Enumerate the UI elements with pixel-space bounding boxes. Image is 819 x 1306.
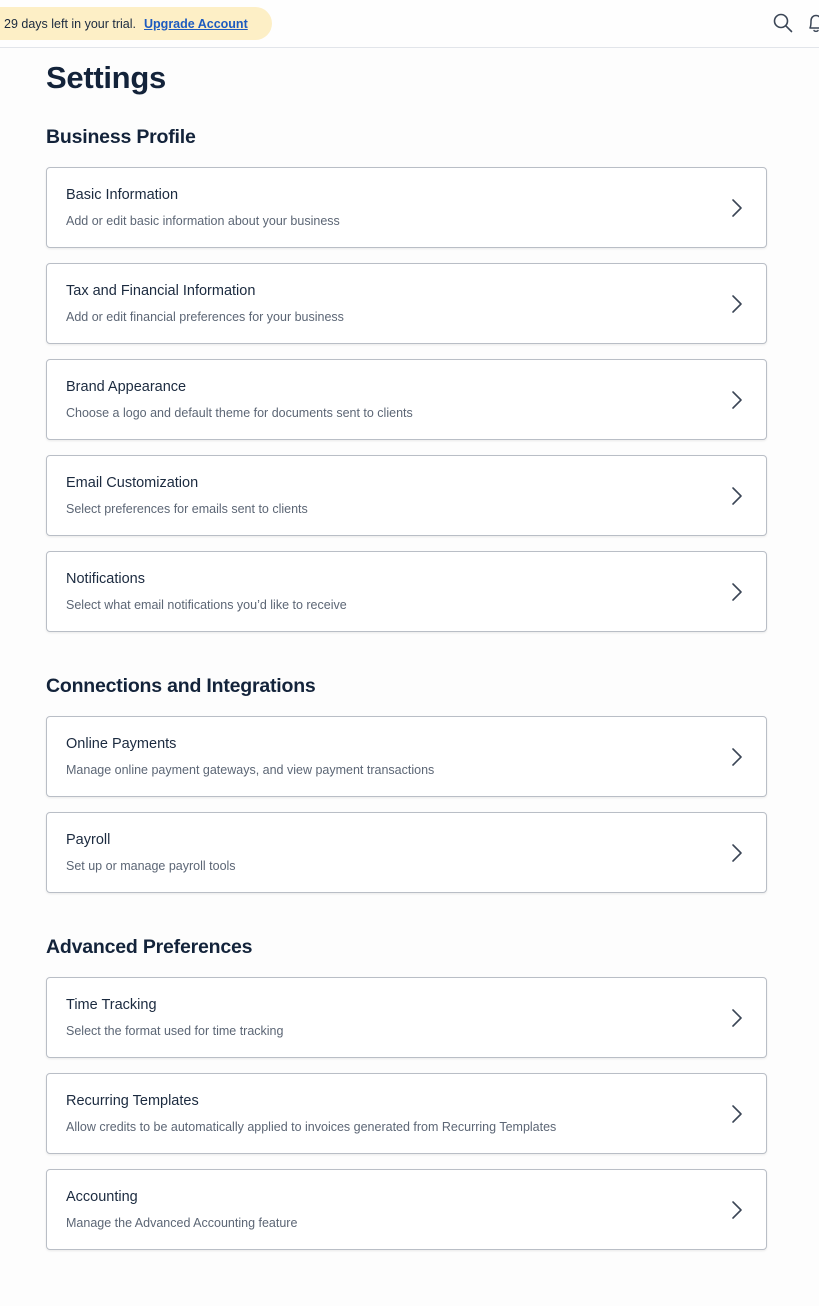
settings-card-brand-appearance[interactable]: Brand Appearance Choose a logo and defau… [46, 359, 767, 440]
page-title: Settings [46, 60, 166, 95]
chevron-right-icon [732, 199, 742, 217]
card-description: Allow credits to be automatically applie… [66, 1120, 557, 1134]
card-description: Manage the Advanced Accounting feature [66, 1216, 298, 1230]
chevron-right-icon [732, 844, 742, 862]
card-description: Manage online payment gateways, and view… [66, 763, 435, 777]
trial-banner: 29 days left in your trial. Upgrade Acco… [0, 7, 272, 40]
card-title: Brand Appearance [66, 379, 187, 395]
settings-card-tax-financial-information[interactable]: Tax and Financial Information Add or edi… [46, 263, 767, 344]
chevron-right-icon [732, 1105, 742, 1123]
card-title: Payroll [66, 832, 111, 848]
search-icon[interactable] [772, 12, 794, 34]
card-title: Tax and Financial Information [66, 283, 256, 299]
settings-card-email-customization[interactable]: Email Customization Select preferences f… [46, 455, 767, 536]
top-bar: 29 days left in your trial. Upgrade Acco… [0, 0, 819, 48]
card-description: Add or edit basic information about your… [66, 214, 340, 228]
card-title: Online Payments [66, 736, 177, 752]
card-description: Add or edit financial preferences for yo… [66, 310, 344, 324]
card-description: Select what email notifications you’d li… [66, 598, 347, 612]
chevron-right-icon [732, 1009, 742, 1027]
settings-card-basic-information[interactable]: Basic Information Add or edit basic info… [46, 167, 767, 248]
settings-card-time-tracking[interactable]: Time Tracking Select the format used for… [46, 977, 767, 1058]
card-title: Time Tracking [66, 997, 157, 1013]
card-description: Select the format used for time tracking [66, 1024, 284, 1038]
bell-icon[interactable] [805, 12, 819, 34]
card-description: Select preferences for emails sent to cl… [66, 502, 308, 516]
chevron-right-icon [732, 391, 742, 409]
settings-card-recurring-templates[interactable]: Recurring Templates Allow credits to be … [46, 1073, 767, 1154]
chevron-right-icon [732, 295, 742, 313]
card-description: Set up or manage payroll tools [66, 859, 236, 873]
chevron-right-icon [732, 583, 742, 601]
card-description: Choose a logo and default theme for docu… [66, 406, 413, 420]
section-title-advanced-preferences: Advanced Preferences [46, 936, 253, 958]
settings-card-payroll[interactable]: Payroll Set up or manage payroll tools [46, 812, 767, 893]
trial-text: 29 days left in your trial. [4, 16, 137, 31]
settings-content: Settings Business Profile Basic Informat… [46, 48, 768, 1250]
section-title-connections-integrations: Connections and Integrations [46, 675, 316, 697]
card-title: Email Customization [66, 475, 199, 491]
upgrade-account-link[interactable]: Upgrade Account [144, 17, 248, 31]
section-title-business-profile: Business Profile [46, 126, 196, 148]
card-title: Notifications [66, 571, 145, 587]
chevron-right-icon [732, 1201, 742, 1219]
card-title: Basic Information [66, 187, 179, 203]
settings-card-accounting[interactable]: Accounting Manage the Advanced Accountin… [46, 1169, 767, 1250]
card-title: Recurring Templates [66, 1093, 199, 1109]
card-title: Accounting [66, 1189, 138, 1205]
chevron-right-icon [732, 748, 742, 766]
settings-card-online-payments[interactable]: Online Payments Manage online payment ga… [46, 716, 767, 797]
chevron-right-icon [732, 487, 742, 505]
settings-card-notifications[interactable]: Notifications Select what email notifica… [46, 551, 767, 632]
